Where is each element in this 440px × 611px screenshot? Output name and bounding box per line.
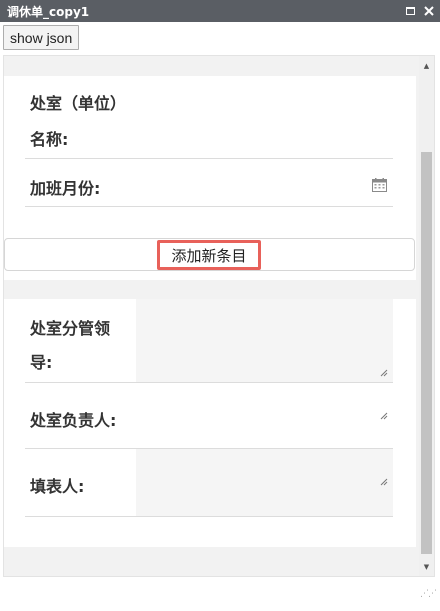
- window-footer: ⋰⋰: [0, 578, 440, 611]
- show-json-button[interactable]: show json: [3, 25, 80, 50]
- window-controls: [405, 6, 434, 17]
- head-row: 处室负责人:: [25, 383, 393, 449]
- leader-label-line2: 导:: [30, 353, 53, 372]
- vertical-scrollbar[interactable]: ▲ ▼: [419, 56, 434, 576]
- maximize-icon[interactable]: [405, 6, 416, 17]
- filler-label: 填表人:: [30, 477, 85, 496]
- overtime-month-row[interactable]: 加班月份:: [25, 159, 393, 207]
- scroll-up-icon[interactable]: ▲: [419, 58, 434, 73]
- head-label: 处室负责人:: [30, 411, 117, 430]
- dept-name-row: 处室（单位） 名称:: [25, 76, 393, 159]
- section-dept-info: 处室（单位） 名称: 加班月份: 添加新条目: [4, 76, 416, 280]
- overtime-month-label: 加班月份:: [30, 179, 101, 198]
- form-scroll-area[interactable]: 处室（单位） 名称: 加班月份: 添加新条目 处室分管领 导: 处室负责人: 填…: [3, 55, 435, 577]
- leader-row: 处室分管领 导:: [25, 299, 393, 383]
- window-title: 调休单_copy1: [7, 4, 90, 19]
- toolbar: show json: [0, 22, 440, 54]
- resize-grip-icon[interactable]: [380, 369, 388, 377]
- leader-label-line1: 处室分管领: [30, 319, 111, 338]
- scroll-down-icon[interactable]: ▼: [419, 559, 434, 574]
- window-titlebar: 调休单_copy1: [0, 0, 440, 22]
- leader-textarea[interactable]: [136, 299, 393, 382]
- filler-row: 填表人:: [25, 449, 393, 517]
- calendar-icon[interactable]: [372, 177, 387, 192]
- dept-name-label-line1: 处室（单位）: [30, 94, 127, 113]
- head-textarea[interactable]: [136, 383, 393, 448]
- scrollbar-thumb[interactable]: [421, 152, 432, 554]
- resize-grip-icon[interactable]: [380, 478, 388, 486]
- resize-corner-icon[interactable]: ⋰⋰: [420, 589, 437, 599]
- resize-grip-icon[interactable]: [380, 412, 388, 420]
- add-item-button[interactable]: 添加新条目: [157, 240, 261, 270]
- section-signatures: 处室分管领 导: 处室负责人: 填表人:: [4, 299, 416, 547]
- close-icon[interactable]: [423, 6, 434, 17]
- dept-name-label-line2: 名称:: [30, 130, 69, 149]
- filler-textarea[interactable]: [136, 449, 393, 516]
- add-item-row: 添加新条目: [4, 238, 415, 271]
